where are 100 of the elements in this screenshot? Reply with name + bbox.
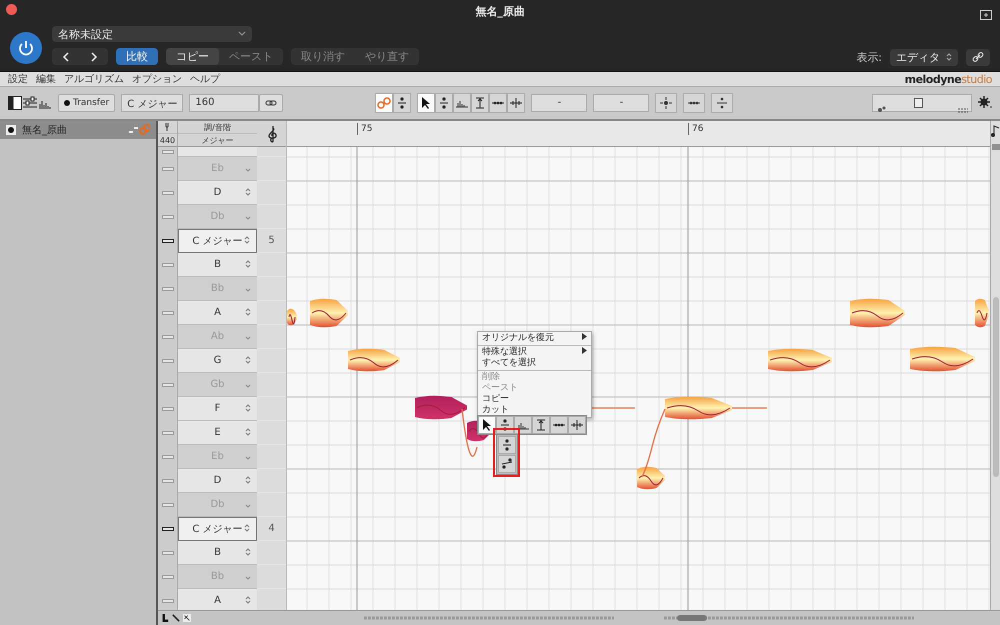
menu-item[interactable]: 特殊な選択 [478,345,591,358]
pitch-slider-icon[interactable] [162,455,174,459]
tool-button[interactable] [498,436,516,454]
value-field[interactable]: - [531,94,588,112]
key-slider-icon[interactable] [162,527,174,531]
note-blob[interactable] [910,346,975,372]
pitch-slider-icon[interactable] [162,215,174,219]
spinner[interactable] [245,404,251,414]
note-blob[interactable] [768,348,832,372]
macro-button[interactable] [683,93,706,113]
pitch-row[interactable]: C メジャー [178,517,257,541]
menu-item[interactable]: オリジナルを復元 [478,333,591,344]
tool-button[interactable] [498,455,516,473]
panel-layout-icon[interactable] [8,96,22,110]
treble-clef-icon[interactable] [266,124,278,142]
mixer-icon[interactable] [22,96,38,110]
menu-item[interactable]: すべてを選択 [478,358,591,369]
pitch-slider-icon[interactable] [162,150,174,154]
spinner[interactable] [245,188,251,198]
tool-button[interactable] [453,93,472,113]
note-blob[interactable] [287,308,297,326]
pitch-row[interactable]: D [178,469,257,493]
zoom-slider[interactable] [872,94,972,112]
key-field[interactable]: C メジャー [121,94,184,112]
macro-button[interactable] [711,93,734,113]
pitch-slider-icon[interactable] [162,479,174,483]
pitch-slider-icon[interactable] [162,335,174,339]
tool-button[interactable] [417,93,436,113]
tool-button[interactable] [514,416,532,434]
pitch-row[interactable]: E [178,421,257,445]
tool-button[interactable] [550,416,568,434]
note-blob[interactable] [310,298,348,328]
note-blob[interactable] [665,396,732,420]
note-blob[interactable] [415,396,467,420]
pitch-slider-icon[interactable] [162,599,174,603]
tool-button[interactable] [568,416,586,434]
pitch-row[interactable]: D [178,181,257,205]
close-button[interactable] [6,4,17,15]
preset-dropdown[interactable]: 名称未設定 [52,26,252,42]
menu-item[interactable]: オプション [132,72,182,86]
spinner[interactable] [245,548,251,558]
menu-item[interactable]: コピー [478,394,591,405]
spinner[interactable] [244,524,250,534]
pitch-row[interactable]: B [178,253,257,277]
edit-button[interactable]: コピー [166,48,219,65]
slider-thumb[interactable] [914,98,922,108]
pitch-slider-icon[interactable] [162,575,174,579]
pitch-row[interactable]: F [178,397,257,421]
pitch-slider-icon[interactable] [162,551,174,555]
pitch-slider-icon[interactable] [162,407,174,411]
pitch-slider-icon[interactable] [162,359,174,363]
spinner[interactable] [245,428,251,438]
spinner[interactable] [245,476,251,486]
pitch-slider-icon[interactable] [162,383,174,387]
power-button[interactable] [10,32,42,64]
pitch-row[interactable]: A [178,589,257,610]
note-icon[interactable] [991,125,1000,137]
menu-item[interactable]: 編集 [36,72,56,86]
transfer-button[interactable]: Transfer [58,94,116,112]
pitch-slider-icon[interactable] [162,311,174,315]
tool-button[interactable] [393,93,412,113]
macro-button[interactable] [655,93,678,113]
window-icon[interactable] [980,10,992,20]
tool-button[interactable] [489,93,508,113]
link-button[interactable] [966,48,990,66]
lines-icon[interactable] [992,143,1000,151]
settings-icon[interactable] [978,94,992,108]
pitch-row[interactable]: G [178,349,257,373]
spinner[interactable] [245,596,251,606]
spinner[interactable] [245,260,251,270]
menu-item[interactable]: アルゴリズム [64,72,124,86]
value-field[interactable]: - [593,94,650,112]
pitch-slider-icon[interactable] [162,263,174,267]
scale-name[interactable]: メジャー [178,134,257,146]
note-blob[interactable] [975,298,989,328]
pitch-row[interactable]: A [178,301,257,325]
pitch-slider-icon[interactable] [162,191,174,195]
note-blob[interactable] [348,348,400,372]
menu-item[interactable]: ヘルプ [190,72,220,86]
menu-item[interactable]: 設定 [8,72,28,86]
compare-button[interactable]: 比較 [116,48,158,65]
tempo-field[interactable]: 160 [189,94,260,112]
spinner[interactable] [244,236,250,246]
spinner[interactable] [245,356,251,366]
pitch-slider-icon[interactable] [162,503,174,507]
spinner[interactable] [245,308,251,318]
tool-button[interactable] [507,93,526,113]
pitch-slider-icon[interactable] [162,287,174,291]
pitch-slider-icon[interactable] [162,431,174,435]
tool-button[interactable] [478,416,496,434]
tool-button[interactable] [435,93,454,113]
pitch-row[interactable]: C メジャー [178,229,257,253]
tool-button[interactable] [471,93,490,113]
note-blob[interactable] [637,466,665,490]
tool-button[interactable] [532,416,550,434]
key-slider-icon[interactable] [162,239,174,243]
note-blob[interactable] [850,298,905,328]
view-dropdown[interactable]: エディタ [890,48,958,66]
track-row[interactable]: 無名_原曲 [0,121,156,139]
scrollbar[interactable] [992,297,998,477]
